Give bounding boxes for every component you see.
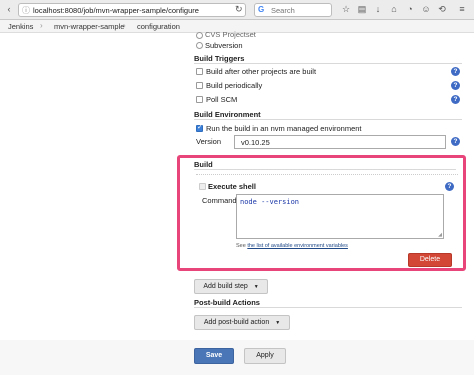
reading-list-icon[interactable]: ▤ [356,3,368,16]
browser-toolbar: ‹ ⓘ localhost:8080/job/mvn-wrapper-sampl… [0,0,474,20]
add-build-step-button[interactable]: Add build step ▼ [194,279,268,294]
bookmark-star-icon[interactable]: ☆ [340,3,352,16]
url-text: localhost:8080/job/mvn-wrapper-sample/co… [33,6,199,15]
breadcrumb-configuration[interactable]: configuration [137,22,180,31]
add-post-build-action-label: Add post-build action [203,319,270,326]
version-label: Version [196,137,222,146]
build-environment-heading: Build Environment [194,110,261,119]
help-icon[interactable]: ? [451,95,460,104]
poll-scm-checkbox[interactable] [196,96,203,103]
account-icon[interactable]: ☺ [420,3,432,16]
download-icon[interactable]: ↓ [372,3,384,16]
reload-icon[interactable]: ↻ [235,4,243,15]
nvm-label: Run the build in an nvm managed environm… [206,124,362,133]
dropdown-arrow-icon: ▼ [275,320,281,326]
cvs-radio[interactable] [196,32,203,39]
post-build-heading: Post-build Actions [194,298,260,307]
version-field[interactable]: v0.10.25 [234,135,446,149]
divider [194,63,462,64]
url-bar[interactable]: ⓘ localhost:8080/job/mvn-wrapper-sample/… [18,3,246,17]
divider [194,119,462,120]
subversion-radio[interactable] [196,42,203,49]
apply-label: Apply [256,352,274,359]
help-icon[interactable]: ? [451,67,460,76]
google-icon: G [258,5,265,14]
version-value: v0.10.25 [241,138,270,147]
back-icon[interactable]: ‹ [3,3,15,16]
breadcrumb-job[interactable]: mvn-wrapper-sample [54,22,124,31]
poll-scm-label: Poll SCM [206,95,238,104]
dropdown-arrow-icon: ▼ [253,284,259,290]
nvm-checkbox[interactable] [196,123,203,132]
breadcrumb-jenkins[interactable]: Jenkins [8,22,33,31]
footer-bar [0,340,474,375]
pocket-icon[interactable]: ◔ [404,3,416,16]
menu-icon[interactable]: ≡ [456,3,468,16]
subversion-label: Subversion [205,41,243,50]
highlight-box [177,155,466,271]
apply-button[interactable]: Apply [244,348,286,364]
divider [194,307,462,308]
home-icon[interactable]: ⌂ [388,3,400,16]
breadcrumb-separator-icon: › [40,21,43,30]
help-icon[interactable]: ? [451,81,460,90]
add-build-step-label: Add build step [203,283,248,290]
build-after-label: Build after other projects are built [206,67,317,76]
build-periodically-checkbox[interactable] [196,82,203,89]
build-triggers-heading: Build Triggers [194,54,245,63]
sync-icon[interactable]: ⟲ [436,3,448,16]
add-post-build-action-button[interactable]: Add post-build action ▼ [194,315,290,330]
search-bar[interactable]: G [254,3,332,17]
info-icon[interactable]: ⓘ [22,5,32,15]
save-button[interactable]: Save [194,348,234,364]
save-label: Save [205,352,223,359]
build-after-checkbox[interactable] [196,68,203,75]
search-input[interactable] [271,5,329,15]
cvs-label: CVS Projectset [205,30,256,39]
breadcrumb-separator-icon: › [123,21,126,30]
help-icon[interactable]: ? [451,137,460,146]
build-periodically-label: Build periodically [206,81,263,90]
